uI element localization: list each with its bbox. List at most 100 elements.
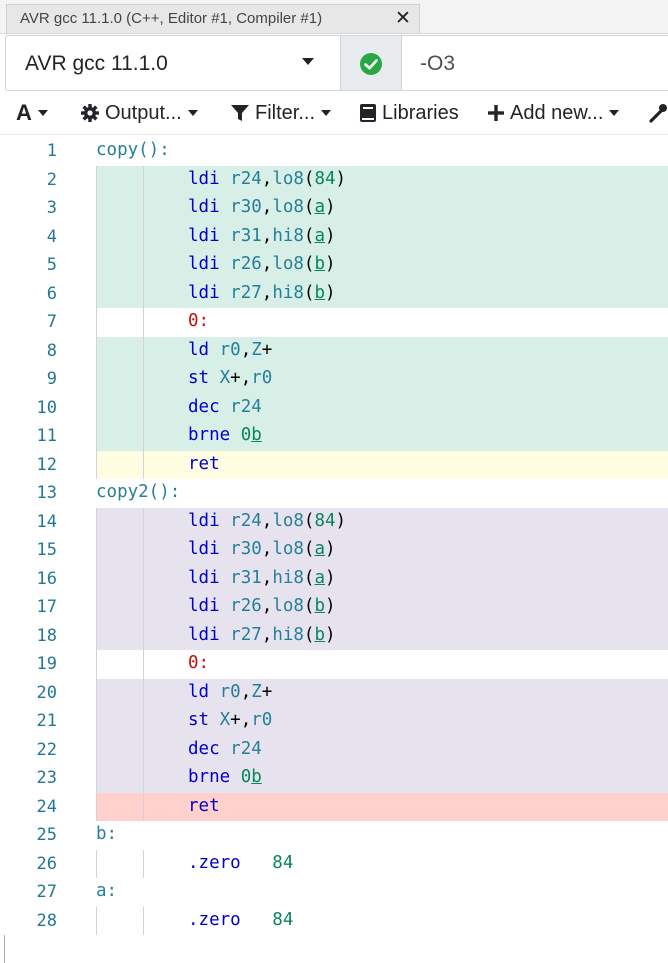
code-token[interactable]: b [251, 425, 262, 445]
line-number: 28 [36, 910, 57, 931]
indent-guide [143, 393, 144, 422]
code-line[interactable]: 18 ldi r27,hi8(b) [0, 621, 668, 650]
code-line[interactable]: 5 ldi r26,lo8(b) [0, 251, 668, 280]
code-token: lo8 [272, 168, 304, 189]
code-text: ldi r30,lo8(a) [188, 539, 336, 559]
output-button[interactable]: Output... [80, 92, 198, 134]
code-line[interactable]: 10 dec r24 [0, 393, 668, 422]
code-line[interactable]: 24 ret [0, 792, 668, 821]
code-line[interactable]: 22 dec r24 [0, 735, 668, 764]
code-token[interactable]: b [314, 625, 325, 645]
code-line[interactable]: 7 0: [0, 308, 668, 337]
code-line[interactable]: 8 ld r0,Z+ [0, 336, 668, 365]
code-token: r24 [230, 510, 262, 531]
line-number: 23 [36, 768, 57, 788]
code-token: r26 [230, 596, 262, 616]
add-new-button[interactable]: Add new... [487, 92, 620, 134]
code-line[interactable]: 26 .zero 84 [0, 849, 668, 878]
code-text: copy2(): [96, 482, 180, 502]
line-highlight [96, 735, 668, 764]
indent-guide [96, 536, 97, 565]
line-number: 21 [36, 711, 57, 731]
code-token: ) [325, 254, 336, 274]
code-token[interactable]: b [314, 254, 325, 274]
code-line[interactable]: 25 b: [0, 821, 668, 850]
code-token: hi8 [272, 624, 304, 645]
line-number: 3 [46, 198, 57, 218]
close-icon[interactable]: ✕ [395, 7, 411, 29]
code-token[interactable]: a [314, 568, 325, 588]
code-line[interactable]: 14 ldi r24,lo8(84) [0, 507, 668, 536]
indent-guide [96, 336, 97, 365]
compiler-tab[interactable]: AVR gcc 11.1.0 (C++, Editor #1, Compiler… [6, 4, 420, 33]
code-line[interactable]: 17 ldi r26,lo8(b) [0, 593, 668, 622]
code-text: ldi r31,hi8(a) [188, 568, 336, 588]
code-token[interactable]: a [314, 226, 325, 246]
code-token: , [261, 624, 273, 645]
code-token[interactable]: a [314, 197, 325, 217]
code-line[interactable]: 28 .zero 84 [0, 906, 668, 935]
font-size-button[interactable]: A [16, 92, 48, 134]
code-token: r27 [230, 624, 262, 645]
filter-icon [231, 105, 249, 121]
code-token: ld [188, 339, 220, 360]
code-line[interactable]: 2 ldi r24,lo8(84) [0, 165, 668, 194]
filter-button[interactable]: Filter... [230, 92, 332, 134]
tab-bar: AVR gcc 11.1.0 (C++, Editor #1, Compiler… [0, 0, 668, 34]
code-line[interactable]: 16 ldi r31,hi8(a) [0, 564, 668, 593]
indent-guide [143, 849, 144, 878]
code-text: ldi r24,lo8(84) [188, 169, 346, 189]
indent-guide [143, 165, 144, 194]
code-line[interactable]: 12 ret [0, 450, 668, 479]
code-line[interactable]: 19 0: [0, 650, 668, 679]
code-token: 84 [314, 168, 336, 189]
code-token: dec [188, 396, 231, 417]
line-highlight [96, 707, 668, 736]
code-line[interactable]: 1 copy(): [0, 137, 668, 166]
code-token[interactable]: b [314, 283, 325, 303]
compiler-select[interactable]: AVR gcc 11.1.0 [5, 35, 341, 91]
compile-status[interactable] [340, 35, 402, 91]
code-token: 0: [188, 311, 210, 331]
line-highlight [96, 507, 668, 536]
code-line[interactable]: 6 ldi r27,hi8(b) [0, 279, 668, 308]
indent-guide [96, 849, 97, 878]
line-highlight [96, 422, 668, 451]
code-token: dec [188, 738, 231, 759]
line-number: 5 [46, 255, 57, 275]
code-token: ldi [188, 624, 231, 645]
code-text: 0: [188, 653, 209, 673]
line-number: 8 [46, 340, 57, 361]
indent-guide [96, 308, 97, 337]
code-token: ( [303, 282, 315, 303]
code-token: X [219, 368, 231, 388]
code-line[interactable]: 15 ldi r30,lo8(a) [0, 536, 668, 565]
wrench-icon [649, 104, 667, 123]
code-line[interactable]: 9 st X+,r0 [0, 365, 668, 394]
code-text: ld r0,Z+ [188, 340, 272, 360]
code-token: r31 [230, 225, 262, 246]
code-line[interactable]: 23 brne 0b [0, 764, 668, 793]
code-token: b: [96, 824, 118, 844]
indent-guide [143, 564, 144, 593]
libraries-button[interactable]: Libraries [359, 92, 459, 134]
code-text: brne 0b [188, 767, 262, 787]
tools-button[interactable] [648, 92, 668, 134]
assembly-output[interactable]: 1 copy(): 2 ldi r24,lo8(84) 3 ldi r30,lo8(a) 4… [0, 137, 668, 963]
indent-guide [96, 764, 97, 793]
line-number: 7 [46, 312, 57, 332]
code-line[interactable]: 13 copy2(): [0, 479, 668, 508]
code-line[interactable]: 27 a: [0, 878, 668, 907]
code-line[interactable]: 3 ldi r30,lo8(a) [0, 194, 668, 223]
code-token[interactable]: b [314, 596, 325, 616]
code-token: ldi [188, 510, 231, 531]
code-line[interactable]: 4 ldi r31,hi8(a) [0, 222, 668, 251]
code-line[interactable]: 21 st X+,r0 [0, 707, 668, 736]
code-token[interactable]: b [251, 767, 262, 787]
code-line[interactable]: 11 brne 0b [0, 422, 668, 451]
code-line[interactable]: 20 ld r0,Z+ [0, 678, 668, 707]
chevron-down-icon [37, 110, 48, 116]
compiler-options-input[interactable]: -O3 [401, 35, 668, 91]
indent-guide [143, 422, 144, 451]
code-token[interactable]: a [314, 539, 325, 559]
